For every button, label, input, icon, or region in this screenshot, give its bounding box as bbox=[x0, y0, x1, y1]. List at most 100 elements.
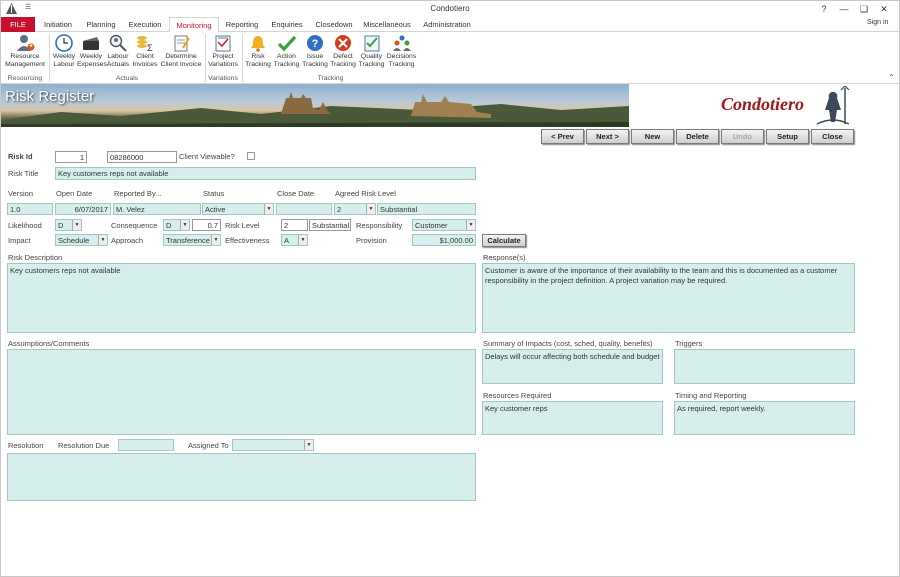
button-label: Tracking bbox=[388, 61, 415, 68]
defect-tracking-button[interactable]: Defect Tracking bbox=[329, 33, 357, 75]
tab-file[interactable]: FILE bbox=[1, 17, 35, 32]
resolution-due-field[interactable] bbox=[118, 439, 174, 451]
open-date-field[interactable]: 6/07/2017 bbox=[55, 203, 111, 215]
new-button[interactable]: New bbox=[631, 129, 674, 144]
agreed-risk-level-select[interactable]: 2 ▼ bbox=[334, 203, 376, 215]
chevron-down-icon[interactable]: ▼ bbox=[211, 235, 220, 245]
restore-button[interactable]: ❑ bbox=[857, 3, 871, 15]
decisions-tracking-button[interactable]: Decisions Tracking bbox=[386, 33, 417, 75]
quality-tracking-button[interactable]: Quality Tracking bbox=[357, 33, 386, 75]
client-viewable-label: Client Viewable? bbox=[179, 152, 235, 161]
action-tracking-button[interactable]: Action Tracking bbox=[272, 33, 301, 75]
group-label-resourcing: Resourcing bbox=[7, 75, 43, 82]
prev-button[interactable]: < Prev bbox=[541, 129, 584, 144]
determine-client-invoice-button[interactable]: Determine Client Invoice bbox=[159, 33, 203, 75]
tab-initiation[interactable]: Initiation bbox=[37, 17, 79, 32]
assumptions-area[interactable] bbox=[7, 349, 476, 435]
risk-tracking-button[interactable]: Risk Tracking bbox=[244, 33, 272, 75]
consequence-select[interactable]: D ▼ bbox=[163, 219, 190, 231]
ribbon: Resource Management Weekly Labour Weekly Ex… bbox=[1, 32, 899, 84]
consequence-score-field[interactable]: 0.7 bbox=[192, 219, 221, 231]
button-label: Tracking bbox=[330, 61, 356, 68]
variations-icon bbox=[215, 35, 231, 52]
setup-button[interactable]: Setup bbox=[766, 129, 809, 144]
weekly-labour-button[interactable]: Weekly Labour bbox=[51, 33, 77, 75]
close-button[interactable]: Close bbox=[811, 129, 854, 144]
tab-monitoring[interactable]: Monitoring bbox=[169, 17, 219, 33]
provision-field[interactable]: $1,000.00 bbox=[412, 234, 476, 246]
tab-planning[interactable]: Planning bbox=[81, 17, 121, 32]
summary-of-impacts-area[interactable]: Delays will occur affecting both schedul… bbox=[482, 349, 663, 384]
labour-actuals-button[interactable]: Labour Actuals bbox=[105, 33, 131, 75]
delete-button[interactable]: Delete bbox=[676, 129, 719, 144]
risk-level-field[interactable]: 2 bbox=[281, 219, 308, 231]
reference-field[interactable]: 08286000 bbox=[107, 151, 177, 163]
triggers-area[interactable] bbox=[674, 349, 855, 384]
close-window-button[interactable]: ✕ bbox=[877, 3, 891, 15]
calculate-button[interactable]: Calculate bbox=[482, 234, 526, 247]
status-select[interactable]: Active ▼ bbox=[202, 203, 274, 215]
tab-reporting[interactable]: Reporting bbox=[221, 17, 263, 32]
risk-title-field[interactable]: Key customers reps not available bbox=[55, 167, 476, 180]
button-label: Labour bbox=[107, 53, 129, 60]
minimize-button[interactable]: — bbox=[837, 3, 851, 15]
chevron-down-icon[interactable]: ▼ bbox=[264, 204, 273, 214]
responsibility-select[interactable]: Customer ▼ bbox=[412, 219, 476, 231]
impact-select[interactable]: Schedule ▼ bbox=[55, 234, 108, 246]
responses-area[interactable]: Customer is aware of the importance of t… bbox=[482, 263, 855, 333]
timing-and-reporting-area[interactable]: As required, report weekly. bbox=[674, 401, 855, 435]
user-add-icon bbox=[17, 35, 35, 51]
chevron-down-icon[interactable]: ▼ bbox=[180, 220, 189, 230]
chevron-down-icon[interactable]: ▼ bbox=[466, 220, 475, 230]
chevron-down-icon[interactable]: ▼ bbox=[298, 235, 307, 245]
approach-select[interactable]: Transference ▼ bbox=[163, 234, 221, 246]
help-button[interactable]: ? bbox=[817, 3, 831, 15]
client-viewable-checkbox[interactable] bbox=[247, 152, 255, 160]
chevron-down-icon[interactable]: ▼ bbox=[304, 440, 313, 450]
risk-description-area[interactable]: Key customers reps not available bbox=[7, 263, 476, 333]
window-title: Condotiero bbox=[430, 4, 470, 13]
page-title: Risk Register bbox=[5, 88, 95, 105]
button-label: Management bbox=[5, 61, 45, 68]
client-invoices-button[interactable]: Σ Client Invoices bbox=[131, 33, 159, 75]
resources-required-label: Resources Required bbox=[483, 391, 552, 400]
button-label: Variations bbox=[208, 61, 238, 68]
tab-closedown[interactable]: Closedown bbox=[311, 17, 357, 32]
sign-in-link[interactable]: Sign in bbox=[867, 19, 888, 26]
reported-by-field[interactable]: M. Velez bbox=[113, 203, 201, 215]
risk-level-label: Risk Level bbox=[225, 221, 260, 230]
chevron-down-icon[interactable]: ▼ bbox=[98, 235, 107, 245]
likelihood-label: Likelihood bbox=[8, 221, 42, 230]
resolution-area[interactable] bbox=[7, 453, 476, 501]
resolution-label: Resolution bbox=[8, 441, 44, 450]
button-label: Invoices bbox=[132, 61, 158, 68]
project-variations-button[interactable]: Project Variations bbox=[206, 33, 240, 75]
resource-management-button[interactable]: Resource Management bbox=[3, 33, 47, 75]
issue-tracking-button[interactable]: ? Issue Tracking bbox=[301, 33, 329, 75]
close-date-field[interactable] bbox=[276, 203, 332, 215]
summary-of-impacts-label: Summary of Impacts (cost, sched, quality… bbox=[483, 339, 653, 348]
provision-label: Provision bbox=[356, 236, 387, 245]
chevron-down-icon[interactable]: ▼ bbox=[72, 220, 81, 230]
risk-id-field[interactable]: 1 bbox=[55, 151, 87, 163]
collapse-ribbon-icon[interactable]: ⌃ bbox=[888, 73, 895, 82]
impact-value: Schedule bbox=[58, 236, 90, 245]
cancel-icon bbox=[335, 35, 351, 51]
likelihood-value: D bbox=[58, 221, 64, 230]
effectiveness-select[interactable]: A ▼ bbox=[281, 234, 308, 246]
tab-administration[interactable]: Administration bbox=[417, 17, 477, 32]
chevron-down-icon[interactable]: ▼ bbox=[366, 204, 375, 214]
assigned-to-select[interactable]: ▼ bbox=[232, 439, 314, 451]
undo-button[interactable]: Undo bbox=[721, 129, 764, 144]
tab-miscellaneous[interactable]: Miscellaneous bbox=[359, 17, 415, 32]
weekly-expenses-button[interactable]: Weekly Expenses bbox=[77, 33, 107, 75]
next-button[interactable]: Next > bbox=[586, 129, 629, 144]
tab-enquiries[interactable]: Enquiries bbox=[265, 17, 309, 32]
button-label: Tracking bbox=[245, 61, 271, 68]
button-label: Action bbox=[277, 53, 296, 60]
reported-by-label[interactable]: Reported By... bbox=[114, 189, 161, 198]
likelihood-select[interactable]: D ▼ bbox=[55, 219, 82, 231]
version-field[interactable]: 1.0 bbox=[7, 203, 53, 215]
tab-execution[interactable]: Execution bbox=[123, 17, 167, 32]
resources-required-area[interactable]: Key customer reps bbox=[482, 401, 663, 435]
